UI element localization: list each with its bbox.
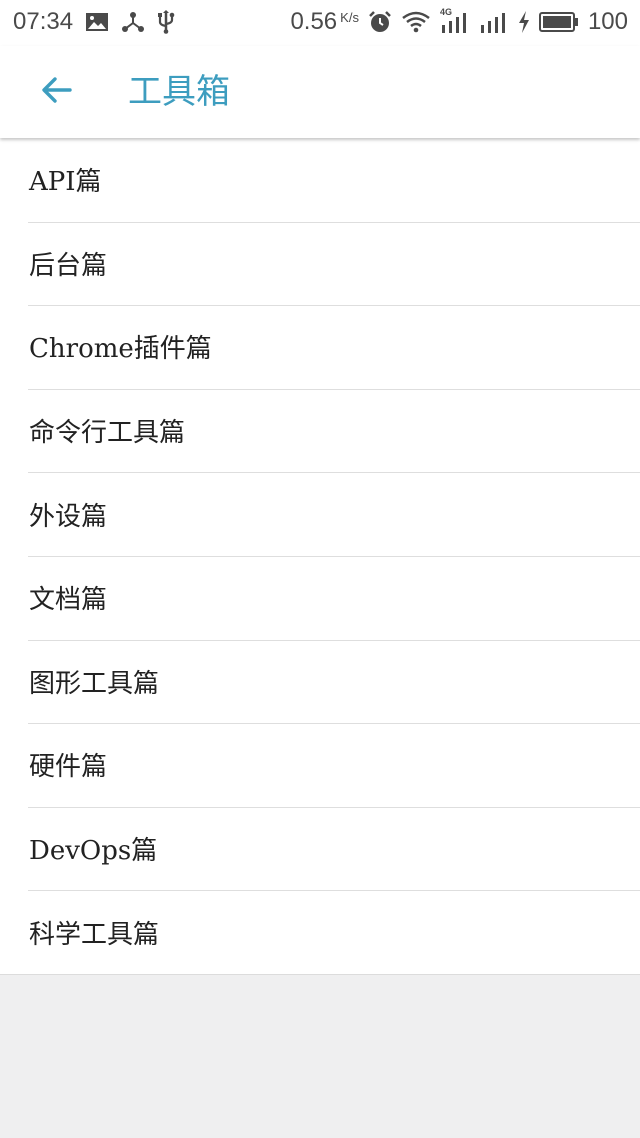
- network-speed-value: 0.56: [290, 8, 338, 35]
- signal-4g-icon: 4G: [440, 7, 470, 33]
- list-item-label: 后台篇: [29, 250, 108, 281]
- status-bar-left: 07:34: [13, 8, 175, 36]
- list-item-hardware[interactable]: 硬件篇: [0, 723, 640, 807]
- arrow-left-icon: [40, 76, 72, 108]
- wifi-icon: [401, 11, 431, 33]
- list-item-label: Chrome插件篇: [29, 334, 212, 365]
- network-speed-unit: K/s: [340, 10, 359, 25]
- back-button[interactable]: [30, 68, 82, 116]
- list-item-label: API篇: [29, 167, 102, 198]
- status-bar-right: 0.56 K/s 4G 100: [290, 7, 628, 36]
- list-item-label: 硬件篇: [29, 752, 108, 783]
- toolbox-category-list: API篇 后台篇 Chrome插件篇 命令行工具篇 外设篇 文档篇 图形工具篇 …: [0, 138, 640, 975]
- list-item-chrome-extensions[interactable]: Chrome插件篇: [0, 305, 640, 389]
- battery-icon: [538, 12, 579, 32]
- status-time: 07:34: [13, 8, 74, 35]
- signal-icon: [479, 11, 509, 33]
- network-type-label: 4G: [439, 7, 452, 17]
- list-item-documentation[interactable]: 文档篇: [0, 555, 640, 640]
- alarm-icon: [368, 10, 392, 34]
- list-item-label: 外设篇: [29, 501, 108, 532]
- list-item-api[interactable]: API篇: [0, 138, 640, 222]
- page-title: 工具箱: [128, 72, 230, 112]
- list-item-science-tools[interactable]: 科学工具篇: [0, 890, 640, 974]
- image-icon: [85, 12, 109, 32]
- app-bar: 工具箱: [0, 46, 640, 138]
- list-item-devops[interactable]: DevOps篇: [0, 806, 640, 891]
- list-item-peripherals[interactable]: 外设篇: [0, 472, 640, 556]
- list-item-label: 命令行工具篇: [29, 418, 186, 449]
- list-item-label: 文档篇: [29, 585, 108, 616]
- usb-icon: [157, 10, 175, 34]
- list-item-command-line-tools[interactable]: 命令行工具篇: [0, 388, 640, 473]
- charging-icon: [518, 11, 530, 33]
- network-speed: 0.56 K/s: [290, 8, 359, 36]
- battery-percent: 100: [587, 8, 628, 35]
- share-icon: [121, 11, 145, 33]
- list-item-label: 图形工具篇: [29, 668, 160, 699]
- list-item-label: 科学工具篇: [29, 919, 160, 950]
- list-item-label: DevOps篇: [29, 836, 158, 867]
- status-bar: 07:34 0.56 K/s 4G 100: [0, 0, 640, 46]
- list-item-backend[interactable]: 后台篇: [0, 221, 640, 306]
- list-item-graphics-tools[interactable]: 图形工具篇: [0, 639, 640, 724]
